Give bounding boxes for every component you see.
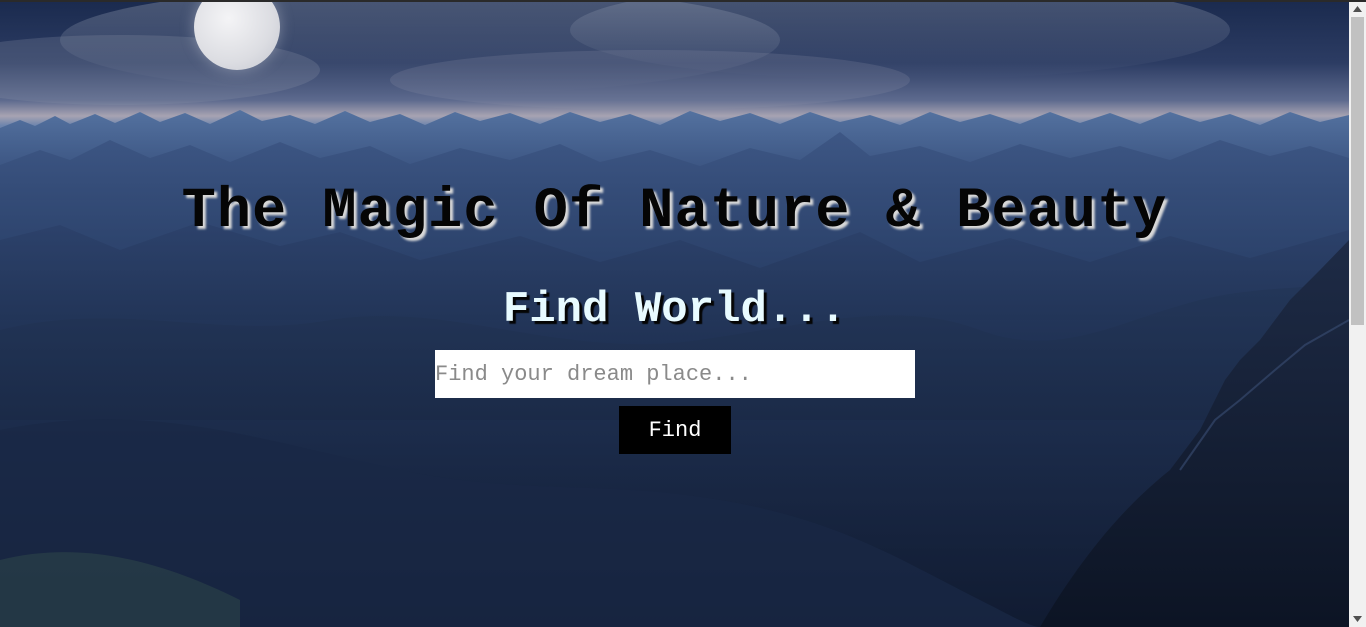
triangle-down-icon[interactable] xyxy=(1349,610,1366,627)
scrollbar-thumb[interactable] xyxy=(1351,17,1364,325)
search-heading: Find World... xyxy=(502,285,847,335)
search-input[interactable] xyxy=(435,350,915,398)
window-top-border xyxy=(0,0,1366,2)
page-title: The Magic Of Nature & Beauty xyxy=(181,180,1168,244)
find-button[interactable]: Find xyxy=(619,406,731,454)
triangle-up-icon[interactable] xyxy=(1349,0,1366,17)
vertical-scrollbar[interactable] xyxy=(1349,0,1366,627)
page: The Magic Of Nature & Beauty Find World.… xyxy=(0,0,1366,627)
